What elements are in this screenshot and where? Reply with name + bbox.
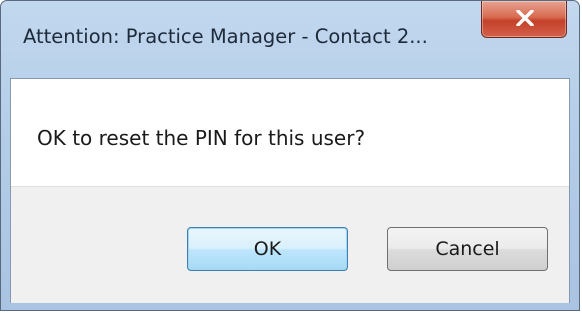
close-icon <box>516 10 534 26</box>
close-button[interactable] <box>481 1 567 38</box>
window-title: Attention: Practice Manager - Contact 2.… <box>23 25 428 48</box>
button-area: OK Cancel <box>11 186 569 303</box>
dialog-window: Attention: Practice Manager - Contact 2.… <box>0 0 580 311</box>
dialog-message: OK to reset the PIN for this user? <box>37 126 366 150</box>
dialog-content: OK to reset the PIN for this user? OK Ca… <box>10 78 570 303</box>
ok-button[interactable]: OK <box>187 227 348 271</box>
cancel-button[interactable]: Cancel <box>387 227 548 271</box>
title-bar[interactable]: Attention: Practice Manager - Contact 2.… <box>1 1 579 77</box>
